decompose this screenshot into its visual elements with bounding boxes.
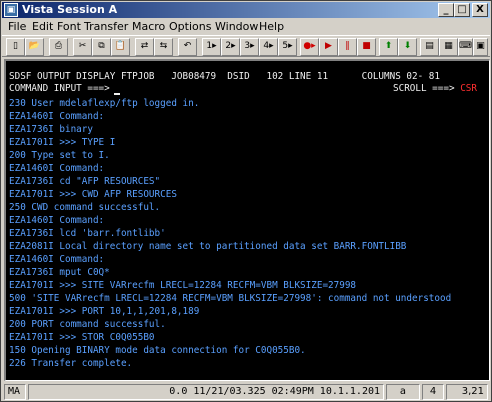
close-button[interactable]: X bbox=[472, 3, 488, 17]
command-input-cursor[interactable] bbox=[113, 93, 120, 95]
macro-2-button[interactable]: 2▸ bbox=[221, 38, 240, 56]
mode-icon: a bbox=[399, 386, 407, 397]
settings-icon[interactable]: ▦ bbox=[439, 38, 458, 56]
keyboard-mode: 4 bbox=[422, 384, 444, 400]
output-line: 200 Type set to I. bbox=[9, 150, 110, 161]
output-line: EZA1701I >>> STOR C0Q055B0 bbox=[9, 332, 155, 343]
output-line: 250 CWD command successful. bbox=[9, 202, 161, 213]
terminal-screen[interactable]: SDSF OUTPUT DISPLAY FTPJOB JOB08479 DSID… bbox=[4, 59, 490, 381]
connection-info: 0.0 11/21/03.325 02:49PM 10.1.1.201 bbox=[28, 384, 384, 400]
status-bar: MA 0.0 11/21/03.325 02:49PM 10.1.1.201 a… bbox=[2, 383, 490, 401]
toolbar: ▯ 📂 ⎙ ✂ ⧉ 📋 ⇄ ⇆ ↶ 1▸ 2▸ 3▸ 4▸ 5▸ ●▸ ▶ ‖ … bbox=[2, 35, 490, 57]
terminal-icon[interactable]: ▣ bbox=[4, 3, 18, 17]
output-line: EZA1736I cd "AFP RESOURCES" bbox=[9, 176, 161, 187]
pause-icon[interactable]: ‖ bbox=[338, 38, 357, 56]
macro-1-button[interactable]: 1▸ bbox=[202, 38, 221, 56]
properties-icon[interactable]: ▤ bbox=[420, 38, 439, 56]
output-line: EZA1736I binary bbox=[9, 124, 93, 135]
title-bar[interactable]: ▣ Vista Session A _ □ X bbox=[2, 2, 490, 18]
menu-macro[interactable]: Macro bbox=[132, 20, 165, 33]
output-line: EZA1701I >>> PORT 10,1,1,201,8,189 bbox=[9, 306, 200, 317]
scroll-field: SCROLL ===> CSR bbox=[393, 83, 477, 95]
new-session-icon[interactable]: ▯ bbox=[6, 38, 25, 56]
keyboard-icon[interactable]: ⌨ bbox=[458, 38, 473, 56]
window-title: Vista Session A bbox=[22, 3, 118, 16]
arrow-down-icon[interactable]: ⬇ bbox=[398, 38, 417, 56]
scroll-label: SCROLL ===> bbox=[393, 83, 455, 94]
help-icon[interactable]: ▣ bbox=[473, 38, 488, 56]
arrow-up-icon[interactable]: ⬆ bbox=[379, 38, 398, 56]
sdsf-header-line: SDSF OUTPUT DISPLAY FTPJOB JOB08479 DSID… bbox=[9, 71, 440, 82]
stop-icon[interactable]: ■ bbox=[357, 38, 376, 56]
command-input-label: COMMAND INPUT ===> bbox=[9, 83, 110, 94]
menu-help[interactable]: Help bbox=[259, 20, 284, 33]
maximize-button[interactable]: □ bbox=[454, 3, 470, 17]
output-line: 200 PORT command successful. bbox=[9, 319, 166, 330]
print-icon[interactable]: ⎙ bbox=[49, 38, 68, 56]
paste-icon[interactable]: 📋 bbox=[111, 38, 130, 56]
cursor-position: 3,21 bbox=[446, 384, 488, 400]
open-icon[interactable]: 📂 bbox=[25, 38, 44, 56]
disconnect-icon[interactable]: ⇆ bbox=[154, 38, 173, 56]
output-line: EZA1460I Command: bbox=[9, 163, 105, 174]
menu-transfer[interactable]: Transfer bbox=[84, 20, 128, 33]
copy-icon[interactable]: ⧉ bbox=[92, 38, 111, 56]
command-input-line: COMMAND INPUT ===> bbox=[9, 83, 120, 95]
output-line: EZA1736I mput C0Q* bbox=[9, 267, 110, 278]
scroll-value[interactable]: CSR bbox=[460, 83, 477, 94]
macro-4-button[interactable]: 4▸ bbox=[259, 38, 278, 56]
menu-window[interactable]: Window bbox=[215, 20, 258, 33]
output-line: 230 User mdelaflexp/ftp logged in. bbox=[9, 98, 200, 109]
output-line: EZA2081I Local directory name set to par… bbox=[9, 241, 407, 252]
macro-3-button[interactable]: 3▸ bbox=[240, 38, 259, 56]
macro-5-button[interactable]: 5▸ bbox=[278, 38, 297, 56]
input-mode-indicator: a bbox=[386, 384, 420, 400]
vista-session-window: ▣ Vista Session A _ □ X File Edit Font T… bbox=[0, 0, 492, 402]
output-line: EZA1460I Command: bbox=[9, 111, 105, 122]
cut-icon[interactable]: ✂ bbox=[73, 38, 92, 56]
output-line: EZA1701I >>> CWD AFP RESOURCES bbox=[9, 189, 177, 200]
session-indicator: MA bbox=[4, 384, 26, 400]
menu-edit[interactable]: Edit bbox=[32, 20, 53, 33]
menu-options[interactable]: Options bbox=[169, 20, 211, 33]
output-line: EZA1701I >>> SITE VARrecfm LRECL=12284 R… bbox=[9, 280, 357, 291]
output-line: EZA1736I lcd 'barr.fontlibb' bbox=[9, 228, 166, 239]
output-line: EZA1701I >>> TYPE I bbox=[9, 137, 116, 148]
undo-icon[interactable]: ↶ bbox=[178, 38, 197, 56]
connect-icon[interactable]: ⇄ bbox=[135, 38, 154, 56]
menu-file[interactable]: File bbox=[8, 20, 26, 33]
record-icon[interactable]: ●▸ bbox=[300, 38, 319, 56]
menu-bar: File Edit Font Transfer Macro Options Wi… bbox=[2, 18, 490, 35]
output-line: 226 Transfer complete. bbox=[9, 358, 133, 369]
menu-font[interactable]: Font bbox=[57, 20, 81, 33]
minimize-button[interactable]: _ bbox=[438, 3, 454, 17]
output-line: 500 'SITE VARrecfm LRECL=12284 RECFM=VBM… bbox=[9, 293, 452, 304]
output-line: 150 Opening BINARY mode data connection … bbox=[9, 345, 306, 356]
play-icon[interactable]: ▶ bbox=[319, 38, 338, 56]
output-line: EZA1460I Command: bbox=[9, 254, 105, 265]
output-line: EZA1460I Command: bbox=[9, 215, 105, 226]
